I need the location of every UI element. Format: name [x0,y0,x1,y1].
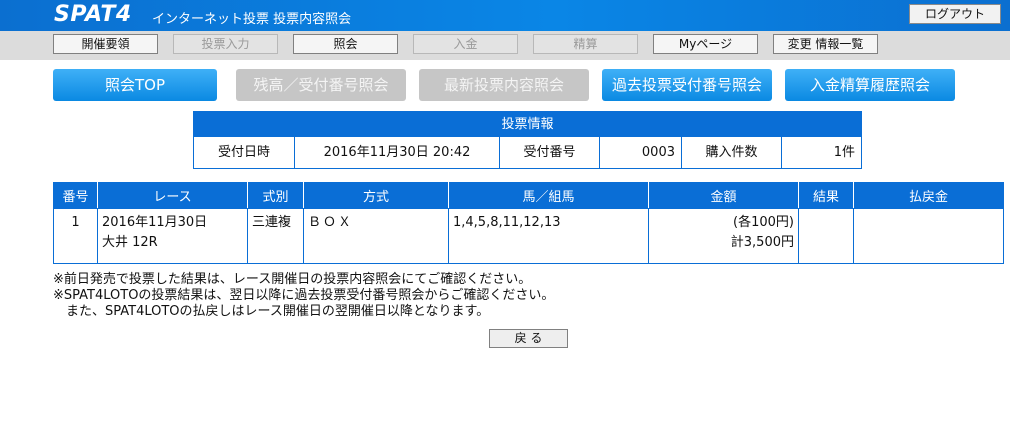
col-header-type: 式別 [247,182,304,209]
bet-method: ＢＯＸ [303,208,449,264]
nav-kaisai-youryou[interactable]: 開催要領 [53,34,158,54]
col-header-number: 番号 [53,182,98,209]
col-header-method: 方式 [303,182,449,209]
bet-result [798,208,854,264]
balance-receipt-inquiry-button: 残高／受付番号照会 [236,69,406,101]
race-date: 2016年11月30日 [102,215,208,230]
table-row: 1 2016年11月30日 大井 12R 三連複 ＢＯＸ 1,4,5,8,11,… [53,208,1004,264]
bet-amount: (各100円) 計3,500円 [648,208,799,264]
nav-deposit: 入金 [413,34,518,54]
logout-button[interactable]: ログアウト [909,4,1001,24]
bet-details-table: 番号 レース 式別 方式 馬／組馬 金額 結果 払戻金 1 2016年11月30… [53,182,1004,264]
page-title: インターネット投票 投票内容照会 [152,12,352,27]
nav-vote-input: 投票入力 [173,34,278,54]
received-label: 受付日時 [217,145,270,160]
bet-type: 三連複 [247,208,304,264]
ticket-info: 投票情報 受付日時 2016年11月30日 20:42 受付番号 0003 購入… [193,111,862,169]
nav-mypage[interactable]: Myページ [653,34,758,54]
ticket-info-row: 受付日時 2016年11月30日 20:42 受付番号 0003 購入件数 1件 [194,137,861,168]
nav-settlement: 精算 [533,34,638,54]
past-receipt-inquiry-button[interactable]: 過去投票受付番号照会 [602,69,772,101]
bet-number: 1 [53,208,98,264]
amount-total: 計3,500円 [730,235,794,250]
nav-change-info-list[interactable]: 変更 情報一覧 [773,34,878,54]
race-name: 大井 12R [102,235,158,250]
inquiry-top-button[interactable]: 照会TOP [53,69,217,101]
spat4-logo[interactable]: SPAT4 [54,2,132,27]
note-line-2: ※SPAT4LOTOの投票結果は、翌日以降に過去投票受付番号照会からご確認くださ… [53,288,555,303]
bet-horses: 1,4,5,8,11,12,13 [448,208,649,264]
received-value: 2016年11月30日 20:42 [294,137,499,168]
table-header-row: 番号 レース 式別 方式 馬／組馬 金額 結果 払戻金 [53,182,1004,209]
note-line-3: また、SPAT4LOTOの払戻しはレース開催日の翌開催日以降となります。 [53,304,490,319]
col-header-horses: 馬／組馬 [448,182,649,209]
bet-race: 2016年11月30日 大井 12R [97,208,248,264]
receipt-number-label: 受付番号 [499,137,599,168]
back-button[interactable]: 戻 る [489,329,568,348]
bet-payout [853,208,1004,264]
col-header-race: レース [97,182,248,209]
notes: ※前日発売で投票した結果は、レース開催日の投票内容照会にてご確認ください。 ※S… [53,272,554,320]
nav-inquiry[interactable]: 照会 [293,34,398,54]
note-line-1: ※前日発売で投票した結果は、レース開催日の投票内容照会にてご確認ください。 [53,272,532,287]
purchase-count-value: 1件 [781,137,861,168]
main-nav: 開催要領 投票入力 照会 入金 精算 Myページ 変更 情報一覧 [0,31,1010,60]
amount-each: (各100円) [733,215,794,230]
col-header-payout: 払戻金 [853,182,1004,209]
ticket-info-heading: 投票情報 [194,112,861,137]
col-header-amount: 金額 [648,182,799,209]
col-header-result: 結果 [798,182,854,209]
receipt-number-value: 0003 [599,137,681,168]
purchase-count-label: 購入件数 [681,137,781,168]
deposit-history-inquiry-button[interactable]: 入金精算履歴照会 [785,69,955,101]
top-header: SPAT4 インターネット投票 投票内容照会 ログアウト [0,0,1010,31]
latest-vote-inquiry-button: 最新投票内容照会 [419,69,589,101]
